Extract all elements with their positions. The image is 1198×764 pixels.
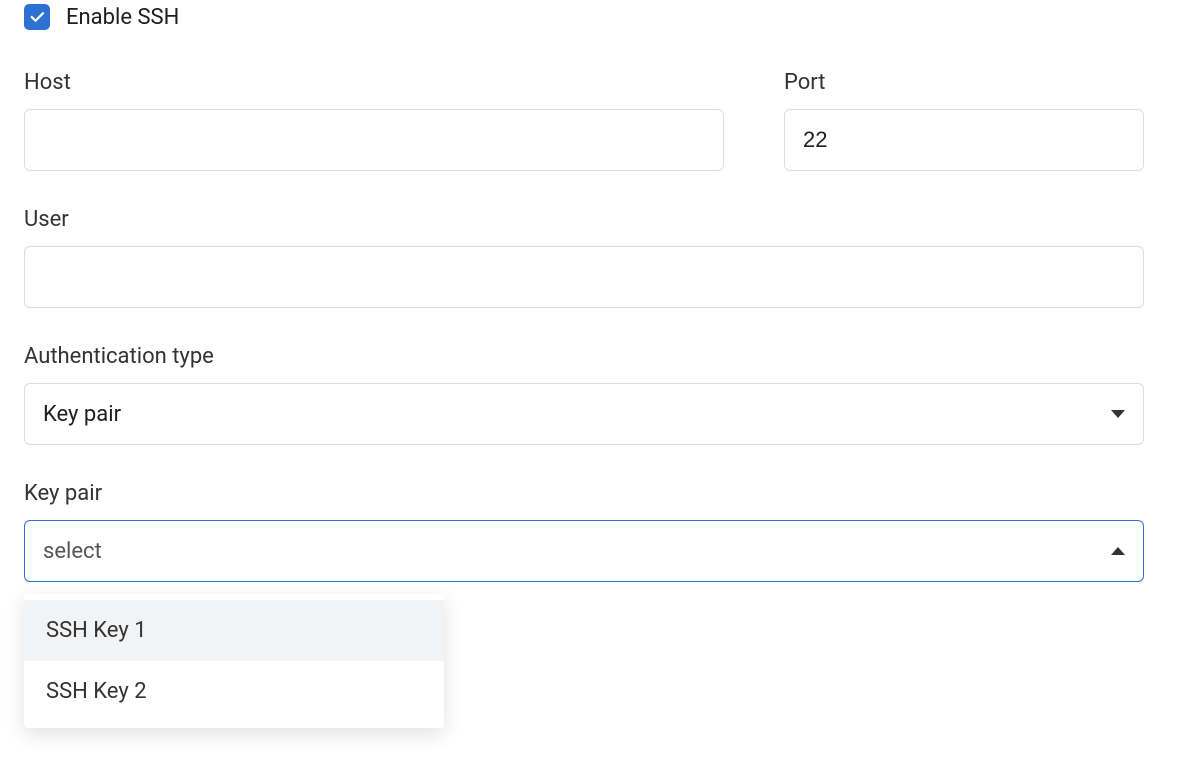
host-label: Host — [24, 70, 724, 95]
key-pair-field: Key pair select SSH Key 1 SSH Key 2 — [24, 481, 1144, 582]
host-port-row: Host Port — [24, 70, 1174, 171]
key-pair-placeholder: select — [43, 539, 1111, 564]
port-label: Port — [784, 70, 1144, 95]
ssh-config-form: Enable SSH Host Port User Authentication… — [0, 0, 1198, 606]
user-input[interactable] — [24, 246, 1144, 308]
key-pair-dropdown-wrap: select SSH Key 1 SSH Key 2 — [24, 520, 1144, 582]
port-input[interactable] — [784, 109, 1144, 171]
auth-type-value: Key pair — [43, 402, 1111, 427]
key-pair-option[interactable]: SSH Key 1 — [24, 600, 444, 661]
auth-type-label: Authentication type — [24, 344, 1144, 369]
key-pair-option[interactable]: SSH Key 2 — [24, 661, 444, 722]
auth-type-field: Authentication type Key pair — [24, 344, 1144, 445]
check-icon — [28, 8, 46, 26]
enable-ssh-row: Enable SSH — [24, 0, 1174, 30]
enable-ssh-checkbox[interactable] — [24, 4, 50, 30]
port-field: Port — [784, 70, 1144, 171]
host-field: Host — [24, 70, 724, 171]
key-pair-select[interactable]: select — [24, 520, 1144, 582]
key-pair-dropdown-menu: SSH Key 1 SSH Key 2 — [24, 594, 444, 728]
host-input[interactable] — [24, 109, 724, 171]
chevron-up-icon — [1111, 547, 1125, 555]
enable-ssh-label: Enable SSH — [66, 5, 179, 30]
auth-type-select[interactable]: Key pair — [24, 383, 1144, 445]
key-pair-label: Key pair — [24, 481, 1144, 506]
chevron-down-icon — [1111, 410, 1125, 418]
user-field: User — [24, 207, 1144, 308]
user-label: User — [24, 207, 1144, 232]
